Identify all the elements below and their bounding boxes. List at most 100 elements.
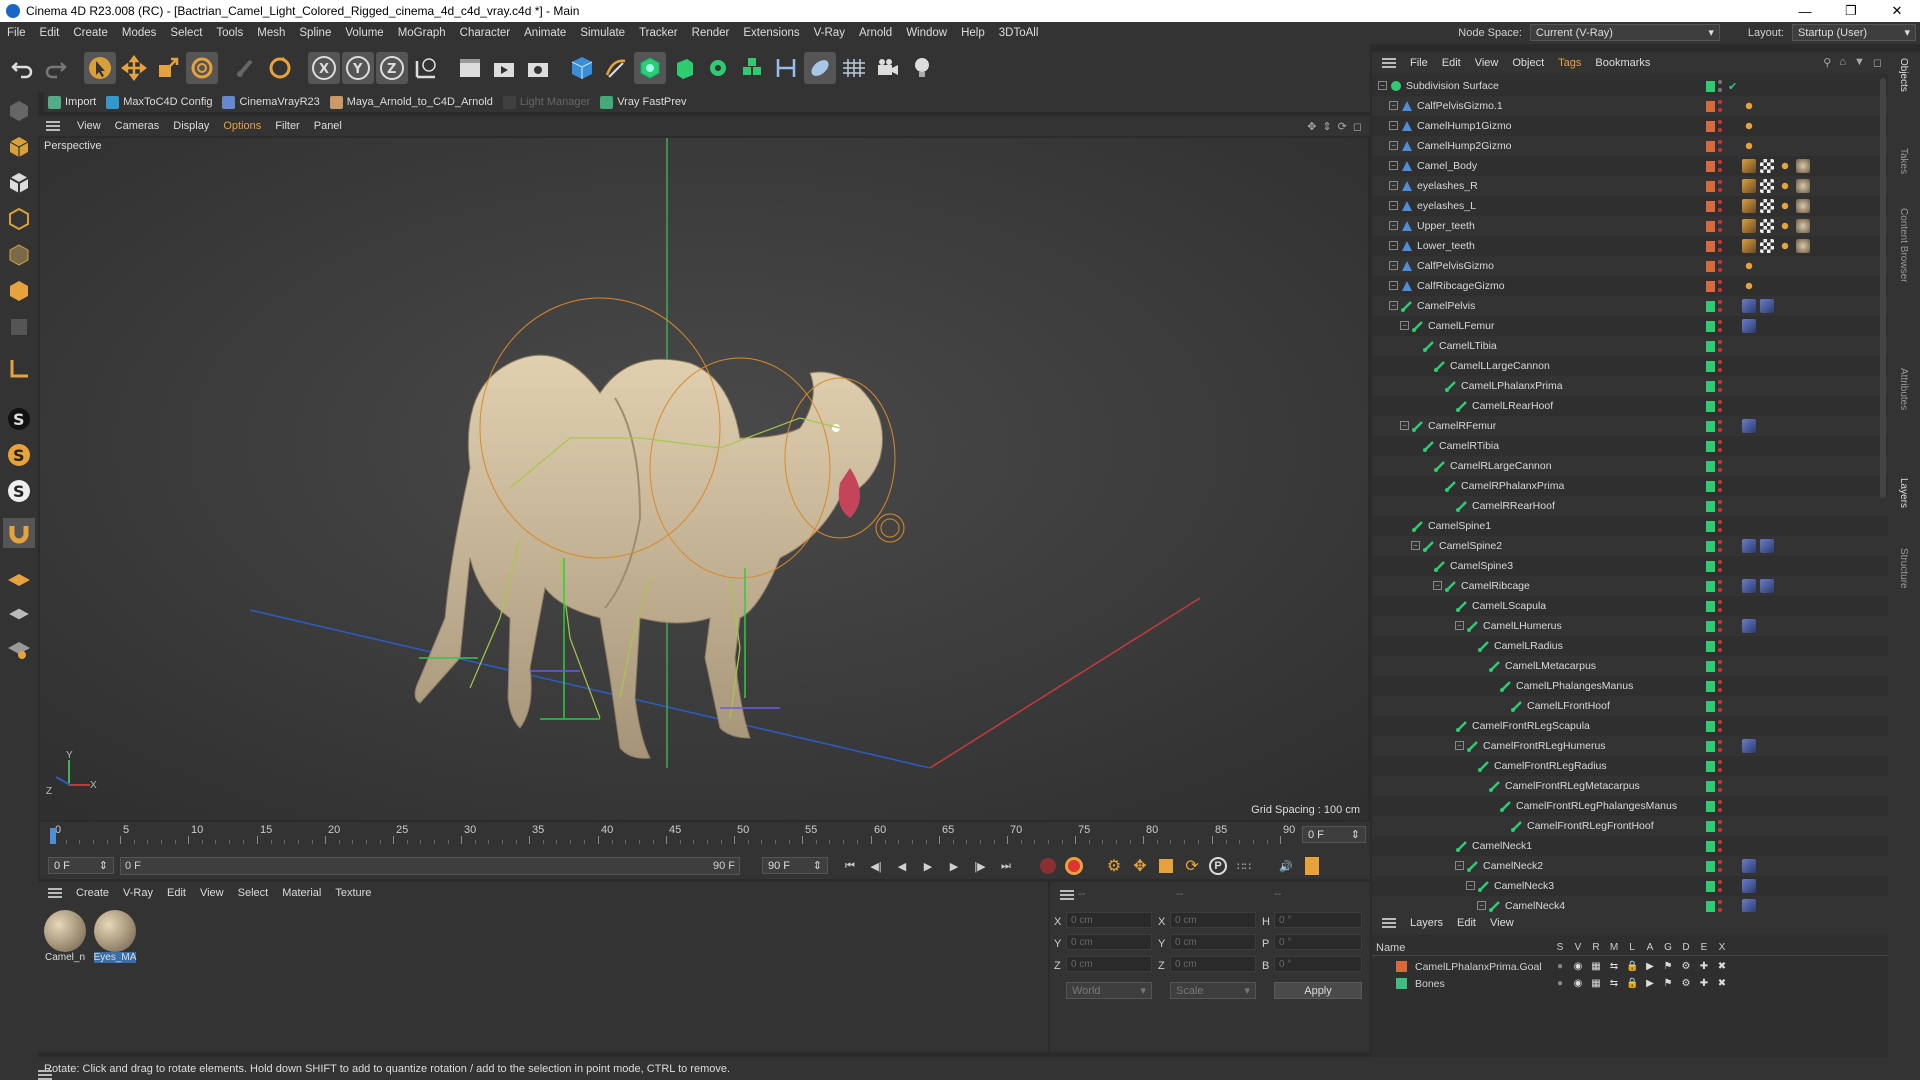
- object-row[interactable]: − CamelNeck4: [1372, 896, 1888, 912]
- layer-color-swatch[interactable]: [1706, 240, 1715, 252]
- material-menu-view[interactable]: View: [200, 887, 224, 899]
- editor-visibility-dot[interactable]: [1718, 580, 1722, 584]
- material-tag-icon[interactable]: [1796, 199, 1810, 213]
- right-tab-takes[interactable]: Takes: [1898, 148, 1909, 174]
- ik-tag-icon[interactable]: [1742, 899, 1756, 912]
- menu-modes[interactable]: Modes: [115, 27, 164, 39]
- visibility-dots[interactable]: [1718, 620, 1722, 632]
- menu-mesh[interactable]: Mesh: [250, 27, 292, 39]
- status-hamburger-icon[interactable]: [38, 1069, 52, 1080]
- layer-toggle-icon[interactable]: ✖: [1716, 978, 1728, 989]
- layers-hamburger-icon[interactable]: [1382, 918, 1396, 928]
- render-visibility-dot[interactable]: [1718, 608, 1722, 612]
- select-tool-button[interactable]: [84, 52, 116, 84]
- next-frame-button[interactable]: ▶: [944, 856, 964, 876]
- object-row[interactable]: CamelFrontRLegPhalangesManus: [1372, 796, 1888, 816]
- object-row[interactable]: − CamelHump2Gizmo: [1372, 136, 1888, 156]
- object-row[interactable]: CamelFrontRLegScapula: [1372, 716, 1888, 736]
- editor-visibility-dot[interactable]: [1718, 620, 1722, 624]
- menu-file[interactable]: File: [0, 27, 33, 39]
- expand-toggle[interactable]: −: [1466, 881, 1475, 890]
- ik-tag-icon[interactable]: [1760, 299, 1774, 313]
- object-row[interactable]: − CamelPelvis: [1372, 296, 1888, 316]
- layer-color-swatch[interactable]: [1706, 740, 1715, 752]
- visibility-dots[interactable]: [1718, 420, 1722, 432]
- visibility-dots[interactable]: [1718, 160, 1722, 172]
- layer-toggle-icon[interactable]: ▶: [1644, 961, 1656, 972]
- render-visibility-dot[interactable]: [1718, 888, 1722, 892]
- material-tag-icon[interactable]: [1796, 239, 1810, 253]
- scale-tool-button[interactable]: [152, 52, 184, 84]
- layer-row[interactable]: CamelLPhalanxPrima.Goal ● ◉ ▦ ⇆ 🔒 ▶ ⚑ ⚙ ✚ ✖: [1372, 958, 1888, 975]
- ik-tag-icon[interactable]: [1760, 539, 1774, 553]
- object-row[interactable]: − Subdivision Surface ✔: [1372, 76, 1888, 96]
- material-hamburger-icon[interactable]: [48, 888, 62, 898]
- editor-visibility-dot[interactable]: [1718, 200, 1722, 204]
- object-row[interactable]: CamelFrontRLegRadius: [1372, 756, 1888, 776]
- render-visibility-dot[interactable]: [1718, 448, 1722, 452]
- render-visibility-dot[interactable]: [1718, 468, 1722, 472]
- render-visibility-dot[interactable]: [1718, 188, 1722, 192]
- ik-tag-icon[interactable]: [1742, 319, 1756, 333]
- expand-toggle[interactable]: −: [1389, 201, 1398, 210]
- layer-color-swatch[interactable]: [1706, 220, 1715, 232]
- object-row[interactable]: CamelNeck1: [1372, 836, 1888, 856]
- layer-color-swatch[interactable]: [1706, 500, 1715, 512]
- editor-visibility-dot[interactable]: [1718, 800, 1722, 804]
- visibility-dots[interactable]: [1718, 500, 1722, 512]
- editor-visibility-dot[interactable]: [1718, 460, 1722, 464]
- next-key-button[interactable]: |▶: [970, 856, 990, 876]
- object-row[interactable]: CamelLFrontHoof: [1372, 696, 1888, 716]
- menu-simulate[interactable]: Simulate: [573, 27, 632, 39]
- viewport-menu-view[interactable]: View: [70, 120, 108, 132]
- render-visibility-dot[interactable]: [1718, 528, 1722, 532]
- coords-hamburger-icon[interactable]: [1060, 890, 1074, 900]
- viewport-menu-cameras[interactable]: Cameras: [108, 120, 167, 132]
- object-scrollbar[interactable]: [1880, 78, 1886, 498]
- undo-button[interactable]: [6, 52, 38, 84]
- object-menu-view[interactable]: View: [1475, 57, 1499, 69]
- phong-tag-icon[interactable]: [1742, 119, 1756, 133]
- layer-color-swatch[interactable]: [1706, 80, 1715, 92]
- editor-visibility-dot[interactable]: [1718, 260, 1722, 264]
- redo-button[interactable]: [40, 52, 72, 84]
- current-frame-field[interactable]: 0 F ⇕: [1302, 826, 1366, 843]
- render-visibility-dot[interactable]: [1718, 748, 1722, 752]
- object-row[interactable]: CamelLRadius: [1372, 636, 1888, 656]
- render-visibility-dot[interactable]: [1718, 588, 1722, 592]
- layer-color-swatch[interactable]: [1706, 840, 1715, 852]
- ik-tag-icon[interactable]: [1742, 879, 1756, 893]
- object-menu-tags[interactable]: Tags: [1558, 57, 1581, 69]
- visibility-dots[interactable]: [1718, 540, 1722, 552]
- render-visibility-dot[interactable]: [1718, 548, 1722, 552]
- editor-visibility-dot[interactable]: [1718, 160, 1722, 164]
- object-row[interactable]: − eyelashes_L: [1372, 196, 1888, 216]
- material-tag-icon[interactable]: [1796, 159, 1810, 173]
- layer-toggle-icon[interactable]: ▦: [1590, 961, 1602, 972]
- extrude-button[interactable]: [668, 52, 700, 84]
- layer-color-swatch[interactable]: [1706, 880, 1715, 892]
- visibility-dots[interactable]: [1718, 560, 1722, 572]
- editor-visibility-dot[interactable]: [1718, 140, 1722, 144]
- editor-visibility-dot[interactable]: [1718, 220, 1722, 224]
- editor-visibility-dot[interactable]: [1718, 500, 1722, 504]
- live-select-button[interactable]: [230, 52, 262, 84]
- menu-create[interactable]: Create: [66, 27, 115, 39]
- editor-visibility-dot[interactable]: [1718, 300, 1722, 304]
- render-visibility-dot[interactable]: [1718, 648, 1722, 652]
- editor-visibility-dot[interactable]: [1718, 320, 1722, 324]
- expand-toggle[interactable]: −: [1455, 741, 1464, 750]
- render-visibility-dot[interactable]: [1718, 868, 1722, 872]
- weight-tag-icon[interactable]: [1742, 179, 1756, 193]
- render-visibility-dot[interactable]: [1718, 828, 1722, 832]
- visibility-dots[interactable]: [1718, 820, 1722, 832]
- phong-tag-icon[interactable]: [1742, 259, 1756, 273]
- menu-v-ray[interactable]: V-Ray: [807, 27, 852, 39]
- key-rotation-button[interactable]: ⟳: [1182, 856, 1202, 876]
- move-tool-button[interactable]: [118, 52, 150, 84]
- expand-toggle[interactable]: −: [1455, 621, 1464, 630]
- object-hamburger-icon[interactable]: [1382, 58, 1396, 68]
- object-row[interactable]: − CamelNeck2: [1372, 856, 1888, 876]
- layer-toggle-icon[interactable]: ⚙: [1680, 978, 1692, 989]
- editor-visibility-dot[interactable]: [1718, 820, 1722, 824]
